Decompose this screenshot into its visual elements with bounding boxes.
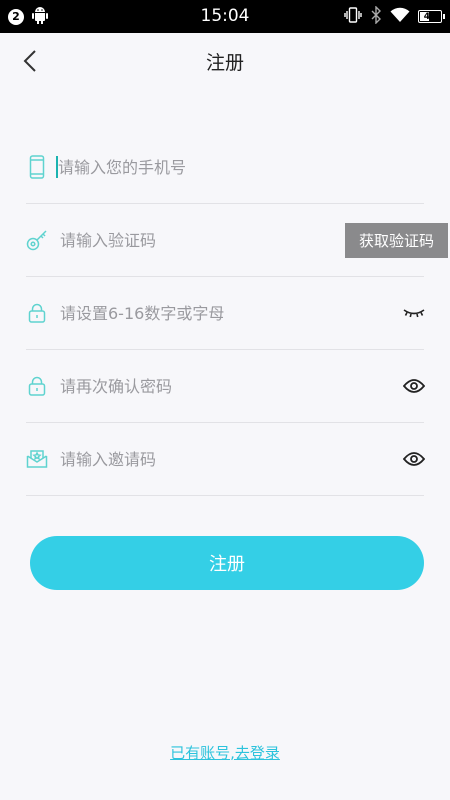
confirm-password-input[interactable] xyxy=(60,371,400,401)
lock-icon xyxy=(26,300,48,326)
status-bar: 2 15:04 47 xyxy=(0,0,450,33)
invite-icon xyxy=(26,446,48,472)
eye-closed-icon[interactable] xyxy=(400,299,428,327)
phone-input[interactable] xyxy=(58,152,424,182)
invite-code-input[interactable] xyxy=(60,444,400,474)
phone-row xyxy=(26,131,424,204)
invite-row xyxy=(26,423,425,496)
battery-level: 47 xyxy=(423,11,437,22)
get-code-button[interactable]: 获取验证码 xyxy=(345,223,448,258)
password-row xyxy=(26,277,425,350)
bluetooth-icon xyxy=(370,4,382,28)
password-input[interactable] xyxy=(60,298,400,328)
page-title: 注册 xyxy=(205,52,244,74)
lock-icon xyxy=(26,373,48,399)
back-button[interactable] xyxy=(14,47,46,79)
chevron-left-icon xyxy=(22,49,38,77)
register-button[interactable]: 注册 xyxy=(30,536,424,590)
eye-open-icon[interactable] xyxy=(400,445,428,473)
header: 注册 xyxy=(0,33,450,93)
wifi-icon xyxy=(390,7,410,27)
battery-icon: 47 xyxy=(418,10,445,23)
login-link[interactable]: 已有账号,去登录 xyxy=(0,742,450,763)
vibrate-icon xyxy=(344,6,362,28)
key-icon xyxy=(26,227,48,253)
confirm-password-row xyxy=(26,350,425,423)
eye-open-icon[interactable] xyxy=(400,372,428,400)
phone-icon xyxy=(26,154,48,180)
